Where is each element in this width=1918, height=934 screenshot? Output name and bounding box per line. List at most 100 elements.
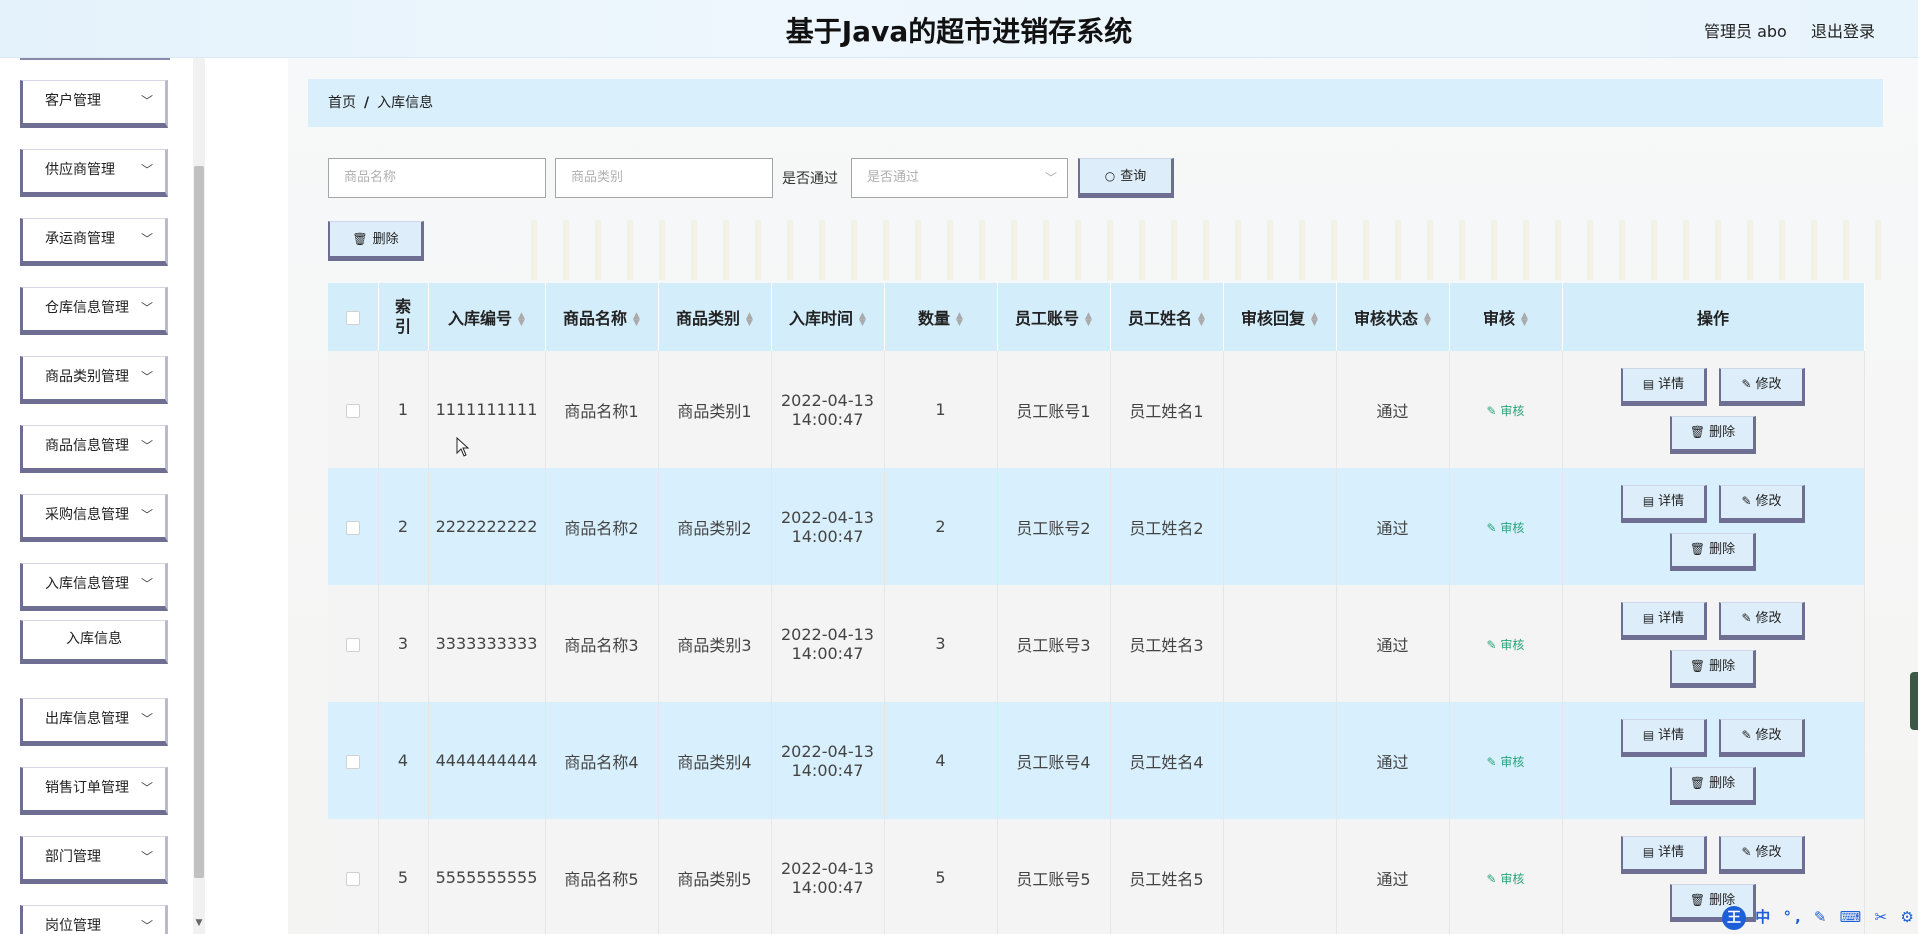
row-checkbox[interactable] (345, 871, 360, 886)
sidebar-menu-item[interactable]: 岗位管理 ﹀ (20, 905, 168, 934)
cell-audit[interactable]: ✎ 审核 (1449, 702, 1563, 819)
delete-button[interactable]: 🗑 删除 (1670, 532, 1756, 571)
delete-button-label: 删除 (1709, 541, 1736, 557)
row-checkbox[interactable] (345, 403, 360, 418)
cell-audit[interactable]: ✎ 审核 (1449, 819, 1563, 934)
row-actions: ▤ 详情 ✎ 修改 🗑 删除 (1563, 711, 1863, 811)
ime-logo-icon[interactable]: 王 (1722, 906, 1746, 930)
cell-name: 商品名称5 (545, 819, 659, 934)
scroll-down-arrow-icon[interactable]: ▼ (193, 918, 205, 932)
detail-button[interactable]: ▤ 详情 (1621, 718, 1707, 757)
delete-button[interactable]: 🗑 删除 (1670, 415, 1756, 454)
ime-tools[interactable]: 中 °, ✎ ⌨ ✂ ⚙ (1755, 908, 1918, 926)
edit-button[interactable]: ✎ 修改 (1719, 367, 1805, 406)
product-name-input[interactable]: 商品名称 (328, 158, 546, 198)
breadcrumb-home[interactable]: 首页 (328, 95, 356, 111)
audit-link[interactable]: ✎ 审核 (1487, 638, 1525, 652)
sidebar-scrollbar-thumb[interactable] (194, 166, 204, 878)
cell-audit[interactable]: ✎ 审核 (1449, 468, 1563, 585)
edit-button[interactable]: ✎ 修改 (1719, 718, 1805, 757)
sort-icon[interactable]: ▲ ▼ (1198, 311, 1205, 327)
sidebar-subitem-inbound-info[interactable]: 入库信息 (20, 620, 168, 664)
sort-icon[interactable]: ▲ ▼ (1521, 311, 1528, 327)
header-category[interactable]: 商品类别 ▲ ▼ (658, 283, 772, 351)
sort-icon[interactable]: ▲ ▼ (1311, 311, 1318, 327)
sidebar-menu-item[interactable]: 出库信息管理 ﹀ (20, 698, 168, 746)
delete-button[interactable]: 🗑 删除 (1670, 766, 1756, 805)
header-code[interactable]: 入库编号 ▲ ▼ (428, 283, 546, 351)
sort-icon[interactable]: ▲ ▼ (746, 311, 753, 327)
header-emp-name[interactable]: 员工姓名 ▲ ▼ (1110, 283, 1224, 351)
cell-time: 2022-04-13 14:00:47 (771, 468, 885, 585)
passed-select[interactable]: 是否通过 ﹀ (851, 158, 1068, 198)
detail-button[interactable]: ▤ 详情 (1621, 367, 1707, 406)
ime-toolbar[interactable]: 王 中 °, ✎ ⌨ ✂ ⚙ (1722, 906, 1918, 932)
cell-clock: 14:00:47 (791, 409, 864, 429)
sidebar-menu-item[interactable]: 销售订单管理 ﹀ (20, 767, 168, 815)
sort-icon[interactable]: ▲ ▼ (859, 311, 866, 327)
row-select-cell[interactable] (328, 351, 379, 468)
header-qty[interactable]: 数量 ▲ ▼ (884, 283, 998, 351)
sidebar-menu-item[interactable]: 仓库信息管理 ﹀ (20, 287, 168, 335)
audit-link[interactable]: ✎ 审核 (1487, 521, 1525, 535)
table-row[interactable]: 5 5555555555 商品名称5 商品类别5 2022-04-13 14:00:47 5… (328, 819, 1865, 934)
sort-icon[interactable]: ▲ ▼ (1424, 311, 1431, 327)
edit-button-label: 修改 (1755, 493, 1782, 509)
cell-ops: ▤ 详情 ✎ 修改 🗑 删除 (1562, 585, 1865, 702)
row-actions: ▤ 详情 ✎ 修改 🗑 删除 (1563, 594, 1863, 694)
sidebar-menu-item[interactable]: 商品类别管理 ﹀ (20, 356, 168, 404)
cell-audit[interactable]: ✎ 审核 (1449, 585, 1563, 702)
logout-link[interactable]: 退出登录 (1811, 18, 1875, 42)
sidebar-menu-item[interactable]: 客户管理 ﹀ (20, 80, 168, 128)
sidebar-menu-item[interactable]: 采购信息管理 ﹀ (20, 494, 168, 542)
search-button[interactable]: ○ 查询 (1078, 158, 1174, 198)
edit-button[interactable]: ✎ 修改 (1719, 484, 1805, 523)
table-row[interactable]: 4 4444444444 商品名称4 商品类别4 2022-04-13 14:00:47 4… (328, 702, 1865, 819)
row-select-cell[interactable] (328, 819, 379, 934)
row-checkbox[interactable] (345, 637, 360, 652)
detail-button[interactable]: ▤ 详情 (1621, 601, 1707, 640)
sort-icon[interactable]: ▲ ▼ (1085, 311, 1092, 327)
header-emp-account[interactable]: 员工账号 ▲ ▼ (997, 283, 1111, 351)
sidebar-menu-item[interactable]: 商品信息管理 ﹀ (20, 425, 168, 473)
header-name[interactable]: 商品名称 ▲ ▼ (545, 283, 659, 351)
row-select-cell[interactable] (328, 585, 379, 702)
delete-button[interactable]: 🗑 删除 (1670, 649, 1756, 688)
row-select-cell[interactable] (328, 468, 379, 585)
sidebar-menu-item[interactable]: 入库信息管理 ﹀ (20, 563, 168, 611)
cell-code: 3333333333 (428, 585, 546, 702)
product-category-input[interactable]: 商品类别 (555, 158, 773, 198)
cell-qty: 4 (884, 702, 998, 819)
sidebar-menu-label: 商品类别管理 (45, 369, 129, 385)
header-status[interactable]: 审核状态 ▲ ▼ (1336, 283, 1450, 351)
cell-audit[interactable]: ✎ 审核 (1449, 351, 1563, 468)
row-checkbox[interactable] (345, 520, 360, 535)
audit-link[interactable]: ✎ 审核 (1487, 872, 1525, 886)
table-row[interactable]: 1 1111111111 商品名称1 商品类别1 2022-04-13 14:00:47 1… (328, 351, 1865, 468)
detail-button[interactable]: ▤ 详情 (1621, 484, 1707, 523)
row-select-cell[interactable] (328, 702, 379, 819)
row-checkbox[interactable] (345, 754, 360, 769)
header-select-all[interactable] (328, 283, 379, 351)
edit-button[interactable]: ✎ 修改 (1719, 835, 1805, 874)
sidebar-menu-item[interactable]: 承运商管理 ﹀ (20, 218, 168, 266)
audit-link[interactable]: ✎ 审核 (1487, 404, 1525, 418)
cell-clock: 14:00:47 (791, 643, 864, 663)
audit-link[interactable]: ✎ 审核 (1487, 755, 1525, 769)
header-audit[interactable]: 审核 ▲ ▼ (1449, 283, 1563, 351)
select-all-checkbox[interactable] (345, 311, 360, 325)
sort-icon[interactable]: ▲ ▼ (518, 311, 525, 327)
cell-name: 商品名称4 (545, 702, 659, 819)
sidebar-menu-item[interactable]: 部门管理 ﹀ (20, 836, 168, 884)
table-row[interactable]: 3 3333333333 商品名称3 商品类别3 2022-04-13 14:00:47 3… (328, 585, 1865, 702)
table-row[interactable]: 2 2222222222 商品名称2 商品类别2 2022-04-13 14:00:47 2… (328, 468, 1865, 585)
edit-button[interactable]: ✎ 修改 (1719, 601, 1805, 640)
bulk-delete-button[interactable]: 🗑 删除 (328, 221, 424, 261)
side-handle[interactable] (1910, 672, 1918, 730)
header-time[interactable]: 入库时间 ▲ ▼ (771, 283, 885, 351)
detail-button[interactable]: ▤ 详情 (1621, 835, 1707, 874)
sort-icon[interactable]: ▲ ▼ (956, 311, 963, 327)
header-reply[interactable]: 审核回复 ▲ ▼ (1223, 283, 1337, 351)
sidebar-menu-item[interactable]: 供应商管理 ﹀ (20, 149, 168, 197)
sort-icon[interactable]: ▲ ▼ (633, 311, 640, 327)
